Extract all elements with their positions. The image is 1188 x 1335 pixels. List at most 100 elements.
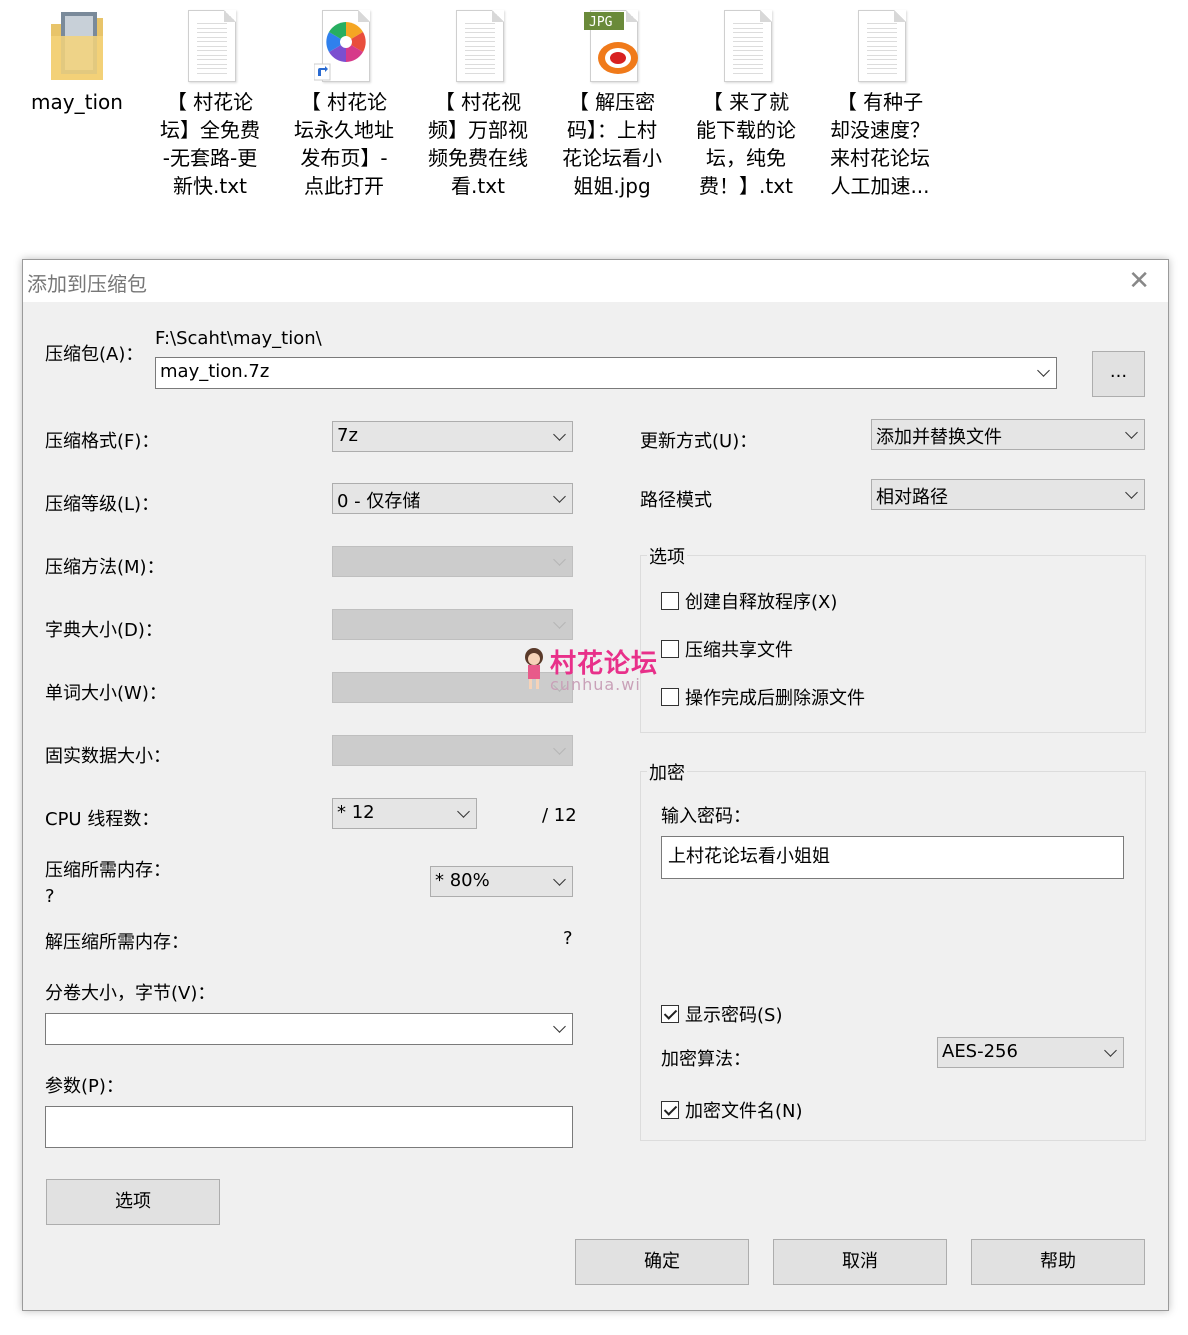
level-label: 压缩等级(L)： (45, 494, 160, 515)
file-name: 【 村花论 坛永久地址 发布页】- 点此打开 (284, 88, 404, 200)
encrypt-names-label: 加密文件名(N) (685, 1101, 803, 1122)
mem-percent-value: * 80% (435, 870, 490, 891)
shared-checkbox[interactable]: 压缩共享文件 (661, 636, 793, 662)
watermark: 村花论坛 cunhua.wi (520, 643, 670, 703)
solid-combo[interactable] (332, 735, 573, 766)
dict-combo[interactable] (332, 609, 573, 640)
text-file-icon (716, 6, 776, 86)
options-button[interactable]: 选项 (46, 1179, 220, 1225)
format-value: 7z (337, 425, 358, 446)
path-mode-value: 相对路径 (876, 487, 948, 508)
help-button[interactable]: 帮助 (971, 1239, 1145, 1285)
method-combo[interactable] (332, 546, 573, 577)
desktop-file[interactable]: JPG 【 解压密 码】：上村 花论坛看小 姐姐.jpg (552, 6, 672, 200)
format-combo[interactable]: 7z (332, 421, 573, 452)
file-name-line: 【 村花视 (434, 90, 522, 114)
path-mode-combo[interactable]: 相对路径 (871, 479, 1145, 510)
desktop-file[interactable]: 【 村花论 坛永久地址 发布页】- 点此打开 (284, 6, 404, 200)
desktop-file[interactable]: 【 村花视 频】万部视 频免费在线 看.txt (418, 6, 538, 200)
browse-button[interactable]: ... (1092, 351, 1145, 397)
file-name-line: 花论坛看小 (562, 146, 662, 170)
file-name-line: 来村花论坛 (830, 146, 930, 170)
split-combo[interactable] (45, 1013, 573, 1045)
desktop-file[interactable]: may_tion (17, 6, 137, 116)
chevron-down-icon (1037, 364, 1050, 377)
update-value: 添加并替换文件 (876, 427, 1002, 448)
encrypt-names-checkbox[interactable]: 加密文件名(N) (661, 1097, 803, 1123)
delete-source-label: 操作完成后删除源文件 (685, 688, 865, 709)
decomp-label: 解压缩所需内存： (45, 932, 189, 953)
chevron-down-icon (553, 490, 566, 503)
file-name-line: 【 村花论 (300, 90, 388, 114)
split-label: 分卷大小，字节(V)： (45, 983, 216, 1004)
sfx-checkbox[interactable]: 创建自释放程序(X) (661, 588, 837, 614)
svg-text:JPG: JPG (589, 15, 613, 30)
desktop-file[interactable]: 【 来了就 能下载的论 坛，纯免 费！】.txt (686, 6, 806, 200)
password-label: 输入密码： (661, 806, 751, 827)
cpu-combo[interactable]: * 12 (332, 798, 477, 829)
mem-value: ? (45, 886, 55, 907)
cpu-value: * 12 (337, 802, 375, 823)
algo-value: AES-256 (942, 1041, 1018, 1062)
dict-label: 字典大小(D)： (45, 620, 163, 641)
chevron-down-icon (553, 742, 566, 755)
file-name-line: 看.txt (451, 174, 505, 198)
level-combo[interactable]: 0 - 仅存储 (332, 483, 573, 514)
desktop-file[interactable]: 【 村花论 坛】全免费 -无套路-更 新快.txt (150, 6, 270, 200)
decomp-value: ? (563, 928, 573, 949)
close-icon[interactable]: ✕ (1128, 266, 1150, 296)
file-name: may_tion (17, 88, 137, 116)
girl-icon (525, 648, 543, 689)
encryption-group-title: 加密 (647, 759, 687, 785)
mem-percent-combo[interactable]: * 80% (430, 866, 573, 897)
chevron-down-icon (1125, 426, 1138, 439)
file-name-line: 坛】全免费 (160, 118, 260, 142)
checkbox-checked-icon (661, 1005, 679, 1023)
show-password-checkbox[interactable]: 显示密码(S) (661, 1001, 782, 1027)
file-name-line: 【 有种子 (836, 90, 924, 114)
update-combo[interactable]: 添加并替换文件 (871, 419, 1145, 450)
file-name-line: 坛永久地址 (294, 118, 394, 142)
archive-name-combo[interactable]: may_tion.7z (155, 357, 1057, 389)
params-input[interactable] (45, 1106, 573, 1148)
file-name-line: 费！】.txt (699, 174, 793, 198)
checkbox-checked-icon (661, 1101, 679, 1119)
password-value: 上村花论坛看小姐姐 (668, 846, 830, 867)
chevron-down-icon (553, 1020, 566, 1033)
file-name: 【 解压密 码】：上村 花论坛看小 姐姐.jpg (552, 88, 672, 200)
file-name-line: 人工加速... (830, 174, 930, 198)
file-name: 【 村花论 坛】全免费 -无套路-更 新快.txt (150, 88, 270, 200)
file-name: 【 村花视 频】万部视 频免费在线 看.txt (418, 88, 538, 200)
file-name-line: 能下载的论 (696, 118, 796, 142)
level-value: 0 - 仅存储 (337, 491, 421, 512)
chevron-down-icon (1104, 1044, 1117, 1057)
delete-source-checkbox[interactable]: 操作完成后删除源文件 (661, 684, 865, 710)
file-name-line: 码】：上村 (567, 118, 657, 142)
archive-name-value: may_tion.7z (160, 361, 270, 382)
cpu-total: / 12 (542, 805, 577, 826)
file-name-line: 【 村花论 (166, 90, 254, 114)
checkbox-icon (661, 592, 679, 610)
shared-label: 压缩共享文件 (685, 640, 793, 661)
shortcut-icon (314, 6, 374, 86)
folder-icon (47, 6, 107, 86)
text-file-icon (850, 6, 910, 86)
desktop-file[interactable]: 【 有种子 却没速度？ 来村花论坛 人工加速... (820, 6, 940, 200)
password-input[interactable]: 上村花论坛看小姐姐 (661, 836, 1124, 879)
chevron-down-icon (553, 616, 566, 629)
watermark-sub: cunhua.wi (550, 675, 641, 694)
add-to-archive-dialog: 添加到压缩包 ✕ 压缩包(A)： F:\Scaht\may_tion\ may_… (22, 259, 1169, 1311)
word-label: 单词大小(W)： (45, 683, 167, 704)
file-name-line: 【 来了就 (702, 90, 790, 114)
algo-combo[interactable]: AES-256 (937, 1037, 1124, 1068)
cancel-button[interactable]: 取消 (773, 1239, 947, 1285)
text-file-icon (448, 6, 508, 86)
file-name-line: 发布页】- (300, 146, 388, 170)
file-name-line: may_tion (31, 90, 123, 114)
format-label: 压缩格式(F)： (45, 431, 160, 452)
file-name-line: 姐姐.jpg (573, 174, 651, 198)
file-name-line: -无套路-更 (162, 146, 258, 170)
ok-button[interactable]: 确定 (575, 1239, 749, 1285)
method-label: 压缩方法(M)： (45, 557, 165, 578)
dialog-title: 添加到压缩包 (27, 272, 147, 296)
